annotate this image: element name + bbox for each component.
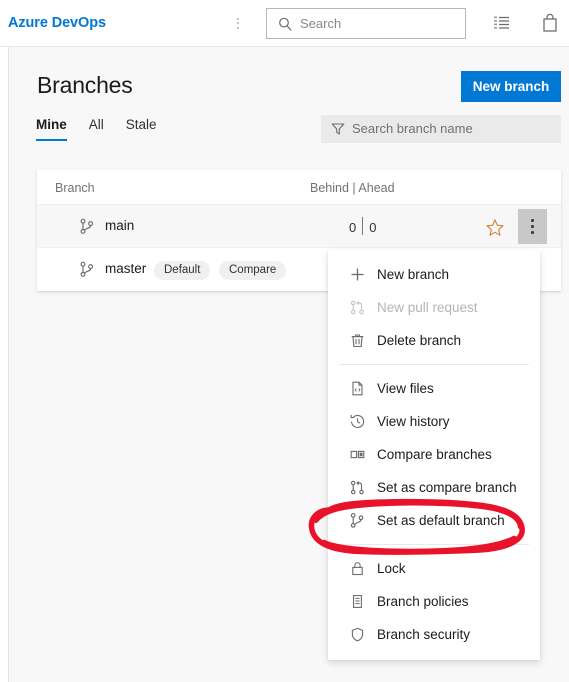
ahead-count: 0 bbox=[369, 219, 377, 235]
menu-item-view-history[interactable]: View history bbox=[328, 405, 540, 438]
page-title: Branches bbox=[37, 72, 133, 98]
menu-item-label: View history bbox=[377, 414, 450, 429]
branch-icon bbox=[79, 218, 95, 240]
branch-name: main bbox=[105, 218, 135, 233]
search-placeholder: Search bbox=[300, 16, 342, 31]
left-rail bbox=[0, 47, 9, 682]
branch-context-menu: New branch New pull request Delete branc… bbox=[328, 250, 540, 660]
pull-request-icon bbox=[345, 299, 369, 316]
tab-mine[interactable]: Mine bbox=[36, 117, 67, 141]
menu-separator bbox=[339, 544, 529, 545]
branch-search-input[interactable]: Search branch name bbox=[321, 115, 561, 143]
branch-icon bbox=[79, 261, 95, 283]
menu-item-label: Branch security bbox=[377, 627, 471, 642]
menu-item-label: View files bbox=[377, 381, 434, 396]
policy-icon bbox=[345, 593, 369, 610]
menu-item-new-branch[interactable]: New branch bbox=[328, 258, 540, 291]
menu-item-label: New branch bbox=[377, 267, 450, 282]
row-more-actions-button[interactable] bbox=[518, 209, 547, 244]
menu-item-lock[interactable]: Lock bbox=[328, 552, 540, 585]
behind-ahead-counts: 0 0 bbox=[349, 217, 377, 236]
tab-all[interactable]: All bbox=[89, 117, 104, 141]
search-icon bbox=[277, 16, 294, 38]
menu-item-new-pull-request: New pull request bbox=[328, 291, 540, 324]
filter-funnel-icon bbox=[330, 121, 346, 142]
menu-item-label: Compare branches bbox=[377, 447, 492, 462]
tab-stale[interactable]: Stale bbox=[126, 117, 157, 141]
history-clock-icon bbox=[345, 413, 369, 430]
table-row[interactable]: main 0 0 bbox=[37, 205, 561, 248]
list-icon[interactable] bbox=[490, 11, 514, 35]
menu-item-branch-security[interactable]: Branch security bbox=[328, 618, 540, 651]
branch-filter-tabs: Mine All Stale bbox=[36, 117, 157, 147]
shield-icon bbox=[345, 626, 369, 643]
search-input[interactable]: Search bbox=[266, 8, 466, 39]
star-outline-icon[interactable] bbox=[484, 217, 506, 239]
more-vertical-icon[interactable] bbox=[232, 13, 244, 33]
branch-name: master bbox=[105, 261, 147, 276]
branches-page: Branches New branch Mine All Stale Searc… bbox=[10, 48, 569, 682]
new-branch-button[interactable]: New branch bbox=[461, 71, 561, 102]
menu-item-label: Set as compare branch bbox=[377, 480, 517, 495]
top-navigation-bar: Azure DevOps Search bbox=[0, 0, 569, 47]
menu-item-label: Lock bbox=[377, 561, 406, 576]
lock-icon bbox=[345, 560, 369, 577]
file-code-icon bbox=[345, 380, 369, 397]
menu-item-set-as-default-branch[interactable]: Set as default branch bbox=[328, 504, 540, 537]
behind-count: 0 bbox=[349, 219, 357, 235]
trash-icon bbox=[345, 332, 369, 349]
pull-request-icon bbox=[345, 479, 369, 496]
menu-item-label: New pull request bbox=[377, 300, 478, 315]
marketplace-bag-icon[interactable] bbox=[538, 11, 562, 35]
column-header-branch: Branch bbox=[55, 181, 95, 195]
compare-badge: Compare bbox=[219, 261, 287, 280]
table-header-row: Branch Behind | Ahead bbox=[37, 170, 561, 205]
branch-icon bbox=[345, 512, 369, 529]
menu-item-set-as-compare-branch[interactable]: Set as compare branch bbox=[328, 471, 540, 504]
menu-item-label: Delete branch bbox=[377, 333, 462, 348]
menu-item-view-files[interactable]: View files bbox=[328, 372, 540, 405]
menu-item-delete-branch[interactable]: Delete branch bbox=[328, 324, 540, 357]
column-header-behind-ahead: Behind | Ahead bbox=[310, 181, 395, 195]
azure-devops-logo[interactable]: Azure DevOps bbox=[8, 15, 106, 31]
branch-search-placeholder: Search branch name bbox=[352, 121, 473, 136]
menu-item-label: Set as default branch bbox=[377, 513, 505, 528]
menu-item-label: Branch policies bbox=[377, 594, 469, 609]
menu-item-branch-policies[interactable]: Branch policies bbox=[328, 585, 540, 618]
plus-icon bbox=[345, 266, 369, 283]
menu-item-compare-branches[interactable]: Compare branches bbox=[328, 438, 540, 471]
default-badge: Default bbox=[154, 261, 211, 280]
menu-separator bbox=[339, 364, 529, 365]
compare-columns-icon bbox=[345, 446, 369, 463]
count-separator bbox=[362, 217, 364, 235]
